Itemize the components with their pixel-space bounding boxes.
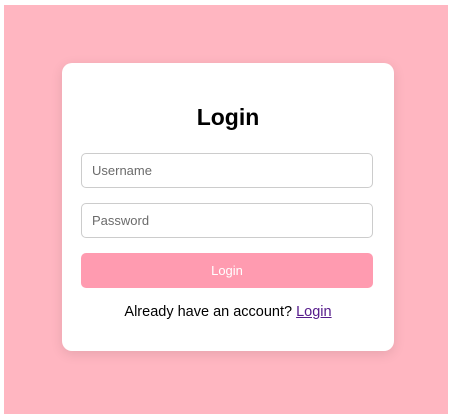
login-button[interactable]: Login <box>81 253 373 288</box>
page-title: Login <box>196 104 260 130</box>
login-link[interactable]: Login <box>296 304 331 320</box>
login-card: Login Login Already have an account? Log… <box>62 63 394 351</box>
password-input[interactable] <box>81 203 373 238</box>
page-background: Login Login Already have an account? Log… <box>4 5 448 414</box>
username-input[interactable] <box>81 153 373 188</box>
account-prompt-text: Already have an account? <box>124 304 293 320</box>
account-prompt: Already have an account? Login <box>62 303 394 321</box>
